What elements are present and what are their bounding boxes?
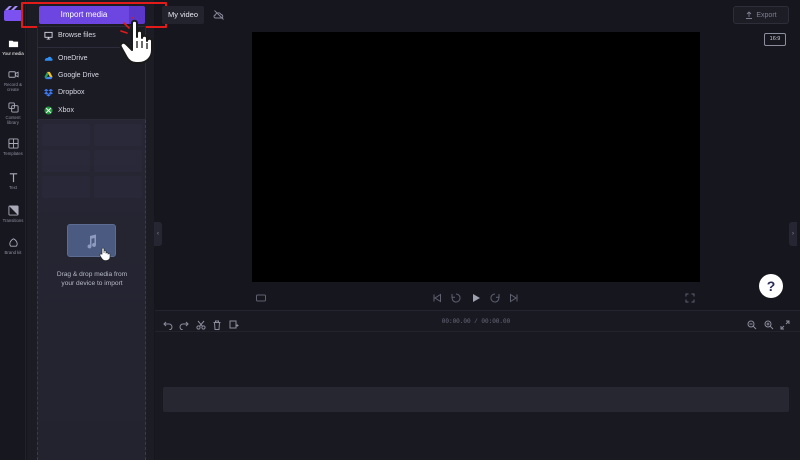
help-button[interactable]: ? — [759, 274, 783, 298]
skip-forward-icon — [510, 293, 518, 303]
camera-icon — [7, 71, 19, 78]
monitor-icon — [44, 31, 53, 40]
aspect-ratio-button[interactable]: 16:9 — [764, 33, 786, 46]
brand-kit-icon — [8, 238, 18, 247]
clipchamp-logo — [4, 6, 22, 21]
rail-item-label: Transitions — [2, 218, 24, 223]
blurred-media-thumbnails — [40, 122, 144, 222]
expand-icon — [780, 320, 790, 330]
export-button[interactable]: Export — [733, 6, 789, 24]
forward-5-button[interactable] — [490, 290, 500, 303]
rewind-5-button[interactable] — [451, 290, 461, 303]
redo-icon — [179, 321, 189, 331]
scissors-icon — [196, 320, 206, 330]
rail-item-brand-kit[interactable]: Brand kit — [0, 237, 26, 267]
skip-back-button[interactable] — [432, 290, 442, 303]
dropdown-item-browse-files[interactable]: Browse files — [44, 28, 96, 42]
onedrive-icon — [44, 56, 53, 61]
dropzone-text-line2: your device to import — [61, 280, 123, 287]
rail-item-your-media[interactable]: Your media — [0, 38, 26, 68]
skip-back-icon — [433, 293, 441, 303]
rail-item-label: Your media — [2, 51, 24, 56]
undo-icon — [163, 321, 173, 331]
dropzone-text-line1: Drag & drop media from — [56, 271, 128, 278]
rewind-icon — [451, 293, 461, 303]
xbox-icon — [44, 105, 53, 115]
library-icon — [7, 102, 19, 113]
fit-timeline-button[interactable] — [780, 317, 790, 330]
dropdown-item-label: OneDrive — [58, 54, 88, 62]
dropdown-item-label: Google Drive — [58, 71, 99, 79]
timeline-track[interactable] — [163, 387, 789, 412]
undo-button[interactable] — [163, 317, 173, 331]
zoom-in-button[interactable] — [764, 317, 774, 330]
trash-icon — [213, 320, 221, 330]
delete-button[interactable] — [212, 317, 222, 330]
upload-icon — [746, 11, 753, 19]
dropdown-item-label: Dropbox — [58, 88, 85, 96]
timeline-timecode: 00:00.00 / 00:00.00 — [441, 318, 511, 325]
rail-item-label: Brand kit — [4, 250, 22, 255]
rail-item-label: Content library — [5, 115, 21, 125]
video-preview — [252, 32, 700, 282]
rail-item-record-create[interactable]: Record & create — [0, 69, 26, 99]
export-label: Export — [756, 11, 777, 19]
cloud-offline-icon — [213, 10, 224, 20]
zoom-out-icon — [747, 320, 757, 330]
hand-cursor-icon — [119, 17, 153, 64]
collapse-panel-left-button[interactable]: ‹ — [154, 222, 162, 246]
timeline-panel — [155, 310, 800, 460]
fullscreen-icon — [685, 293, 695, 303]
google-drive-icon — [44, 71, 53, 79]
dropbox-icon — [44, 88, 53, 97]
dropdown-item-onedrive[interactable]: OneDrive — [44, 51, 88, 65]
templates-icon — [7, 138, 19, 149]
redo-button[interactable] — [179, 317, 189, 331]
skip-forward-button[interactable] — [509, 290, 519, 303]
dropdown-item-label: Browse files — [58, 31, 96, 39]
left-nav-rail: Your media Record & create Content libra… — [0, 0, 26, 460]
project-name[interactable]: My video — [162, 6, 205, 24]
split-button[interactable] — [196, 317, 206, 330]
dropzone-instructions: Drag & drop media from your device to im… — [42, 270, 142, 288]
rail-item-content-library[interactable]: Content library — [0, 102, 26, 132]
rail-item-label: Templates — [3, 151, 23, 156]
dropdown-item-xbox[interactable]: Xbox — [44, 103, 74, 117]
small-hand-cursor-icon — [99, 247, 111, 261]
rail-item-templates[interactable]: Templates — [0, 138, 26, 168]
duplicate-button[interactable] — [229, 317, 239, 329]
dropdown-item-label: Xbox — [58, 106, 74, 114]
play-icon — [473, 294, 480, 302]
folder-icon — [8, 40, 18, 48]
collapse-panel-right-button[interactable]: › — [789, 222, 797, 246]
dropdown-item-google-drive[interactable]: Google Drive — [44, 68, 99, 82]
transitions-icon — [7, 205, 19, 216]
fullscreen-button[interactable] — [685, 290, 695, 303]
play-button[interactable] — [471, 290, 481, 302]
duplicate-icon — [229, 320, 239, 329]
dropdown-item-dropbox[interactable]: Dropbox — [44, 85, 84, 99]
zoom-in-icon — [764, 320, 774, 330]
zoom-out-button[interactable] — [747, 317, 757, 330]
app-window: Your media Record & create Content libra… — [0, 0, 800, 460]
rail-item-label: Text — [9, 185, 17, 190]
timeline-divider — [155, 331, 800, 332]
captions-icon — [256, 294, 266, 302]
forward-icon — [490, 293, 500, 303]
captions-toggle[interactable] — [256, 290, 266, 302]
rail-item-text[interactable]: Text — [0, 172, 26, 202]
rail-item-label: Record & create — [4, 82, 22, 92]
text-icon — [9, 173, 17, 183]
rail-item-transitions[interactable]: Transitions — [0, 205, 26, 235]
